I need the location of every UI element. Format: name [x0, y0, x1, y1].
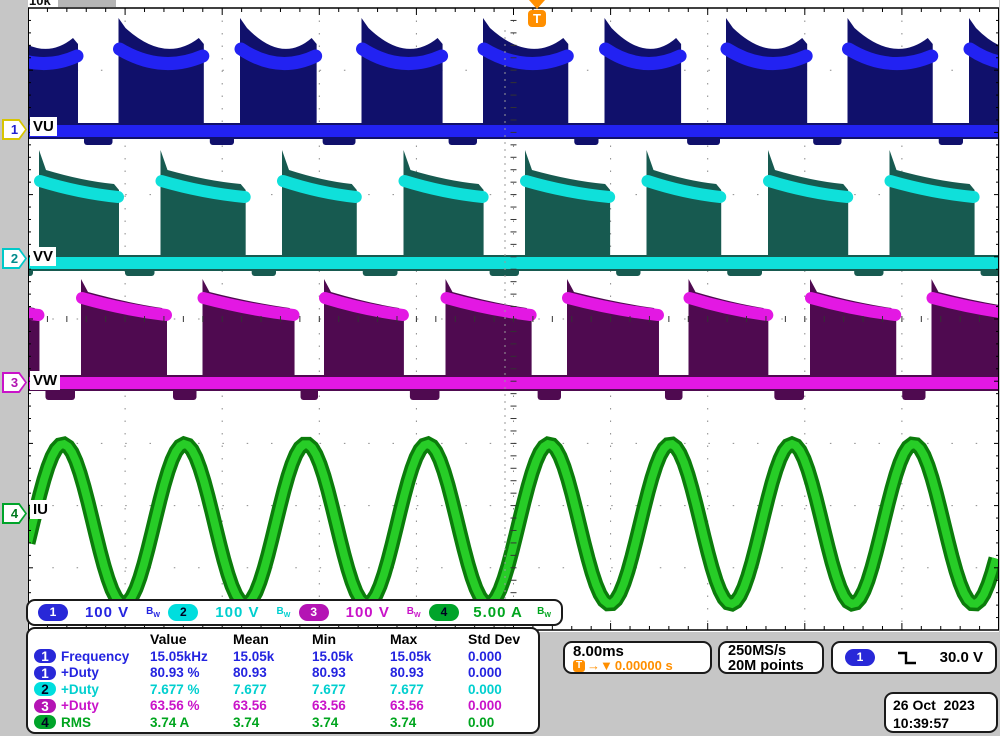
acquisition-box: 250MS/s 20M points	[718, 641, 824, 674]
time-text: 10:39:57	[893, 714, 989, 732]
col-value: Value	[150, 631, 233, 647]
ch4-ground-marker[interactable]: 4	[2, 503, 27, 524]
ch1-badge: 1	[34, 649, 56, 663]
ch4-readout[interactable]: 4 5.00 A BW	[429, 604, 551, 621]
measurement-row: 4RMS 3.74 A 3.74 3.74 3.74 0.00	[34, 715, 532, 730]
ch4-bandwidth-icon: BW	[537, 606, 551, 619]
ch3-scale: 100 V	[346, 604, 390, 621]
ch3-label: VW	[30, 371, 60, 390]
ch4-scale: 5.00 A	[473, 604, 523, 621]
col-max: Max	[390, 631, 468, 647]
record-length: 20M points	[728, 659, 814, 674]
ch3-readout[interactable]: 3 100 V BW	[299, 604, 421, 621]
channel-readout-bar: 1 100 V BW 2 100 V BW 3 100 V BW 4 5.00 …	[26, 599, 563, 626]
timebase-box[interactable]: 8.00ms T→▼0.00000 s	[563, 641, 712, 674]
ch2-ground-marker[interactable]: 2	[2, 248, 27, 269]
trigger-source-badge: 1	[845, 649, 875, 666]
measurement-row: 1Frequency 15.05kHz 15.05k 15.05k 15.05k…	[34, 649, 532, 664]
ch2-label: VV	[30, 247, 56, 266]
trigger-t-icon: T	[573, 660, 585, 672]
oscilloscope-screen: 10k T 1 VU 2 VV 3 VW 4 IU 1 100 V BW 2	[0, 0, 1000, 736]
measurement-row: 3+Duty 63.56 % 63.56 63.56 63.56 0.000	[34, 698, 532, 713]
measurement-row: 2+Duty 7.677 % 7.677 7.677 7.677 0.000	[34, 682, 532, 697]
trigger-box[interactable]: 1 30.0 V	[831, 641, 997, 674]
col-std: Std Dev	[468, 631, 532, 647]
top-edge-tab	[58, 0, 116, 7]
datetime-box: 26 Oct 2023 10:39:57	[884, 692, 998, 733]
trigger-arrow-icon	[529, 0, 545, 9]
ch2-scale: 100 V	[215, 604, 259, 621]
timebase-scale: 8.00ms	[573, 644, 702, 659]
ch3-badge: 3	[299, 604, 329, 621]
ch1-scale: 100 V	[85, 604, 129, 621]
clipped-top-label: 10k	[29, 0, 51, 8]
horizontal-position-value: 0.00000 s	[615, 659, 673, 673]
ch3-bandwidth-icon: BW	[407, 606, 421, 619]
col-min: Min	[312, 631, 390, 647]
ch1-bandwidth-icon: BW	[146, 606, 160, 619]
ch4-badge: 4	[34, 715, 56, 729]
measurement-table: Value Mean Min Max Std Dev 1Frequency 15…	[26, 627, 540, 734]
measurement-header-row: Value Mean Min Max Std Dev	[34, 631, 532, 647]
graticule-area: 10k T	[28, 0, 999, 632]
ch4-badge: 4	[429, 604, 459, 621]
ch2-badge: 2	[168, 604, 198, 621]
measurement-row: 1+Duty 80.93 % 80.93 80.93 80.93 0.000	[34, 665, 532, 680]
sample-rate: 250MS/s	[728, 644, 814, 659]
ch2-readout[interactable]: 2 100 V BW	[168, 604, 290, 621]
trigger-level: 30.0 V	[940, 649, 983, 666]
ch4-label: IU	[30, 500, 51, 519]
ch2-badge: 2	[34, 682, 56, 696]
ch1-badge: 1	[38, 604, 68, 621]
ch3-ground-marker[interactable]: 3	[2, 372, 27, 393]
trigger-arrow-glyphs: →▼	[587, 659, 613, 673]
horizontal-position: T→▼0.00000 s	[573, 659, 702, 673]
date-text: 26 Oct 2023	[893, 696, 989, 714]
trigger-position-flag[interactable]: T	[525, 0, 549, 30]
ch1-ground-marker[interactable]: 1	[2, 119, 27, 140]
ch1-readout[interactable]: 1 100 V BW	[38, 604, 160, 621]
ch2-bandwidth-icon: BW	[276, 606, 290, 619]
ch1-label: VU	[30, 117, 57, 136]
waveform-display	[28, 0, 999, 632]
ch3-badge: 3	[34, 699, 56, 713]
falling-edge-icon	[897, 650, 917, 666]
trigger-t-icon: T	[528, 10, 546, 27]
ch1-badge: 1	[34, 666, 56, 680]
col-mean: Mean	[233, 631, 312, 647]
